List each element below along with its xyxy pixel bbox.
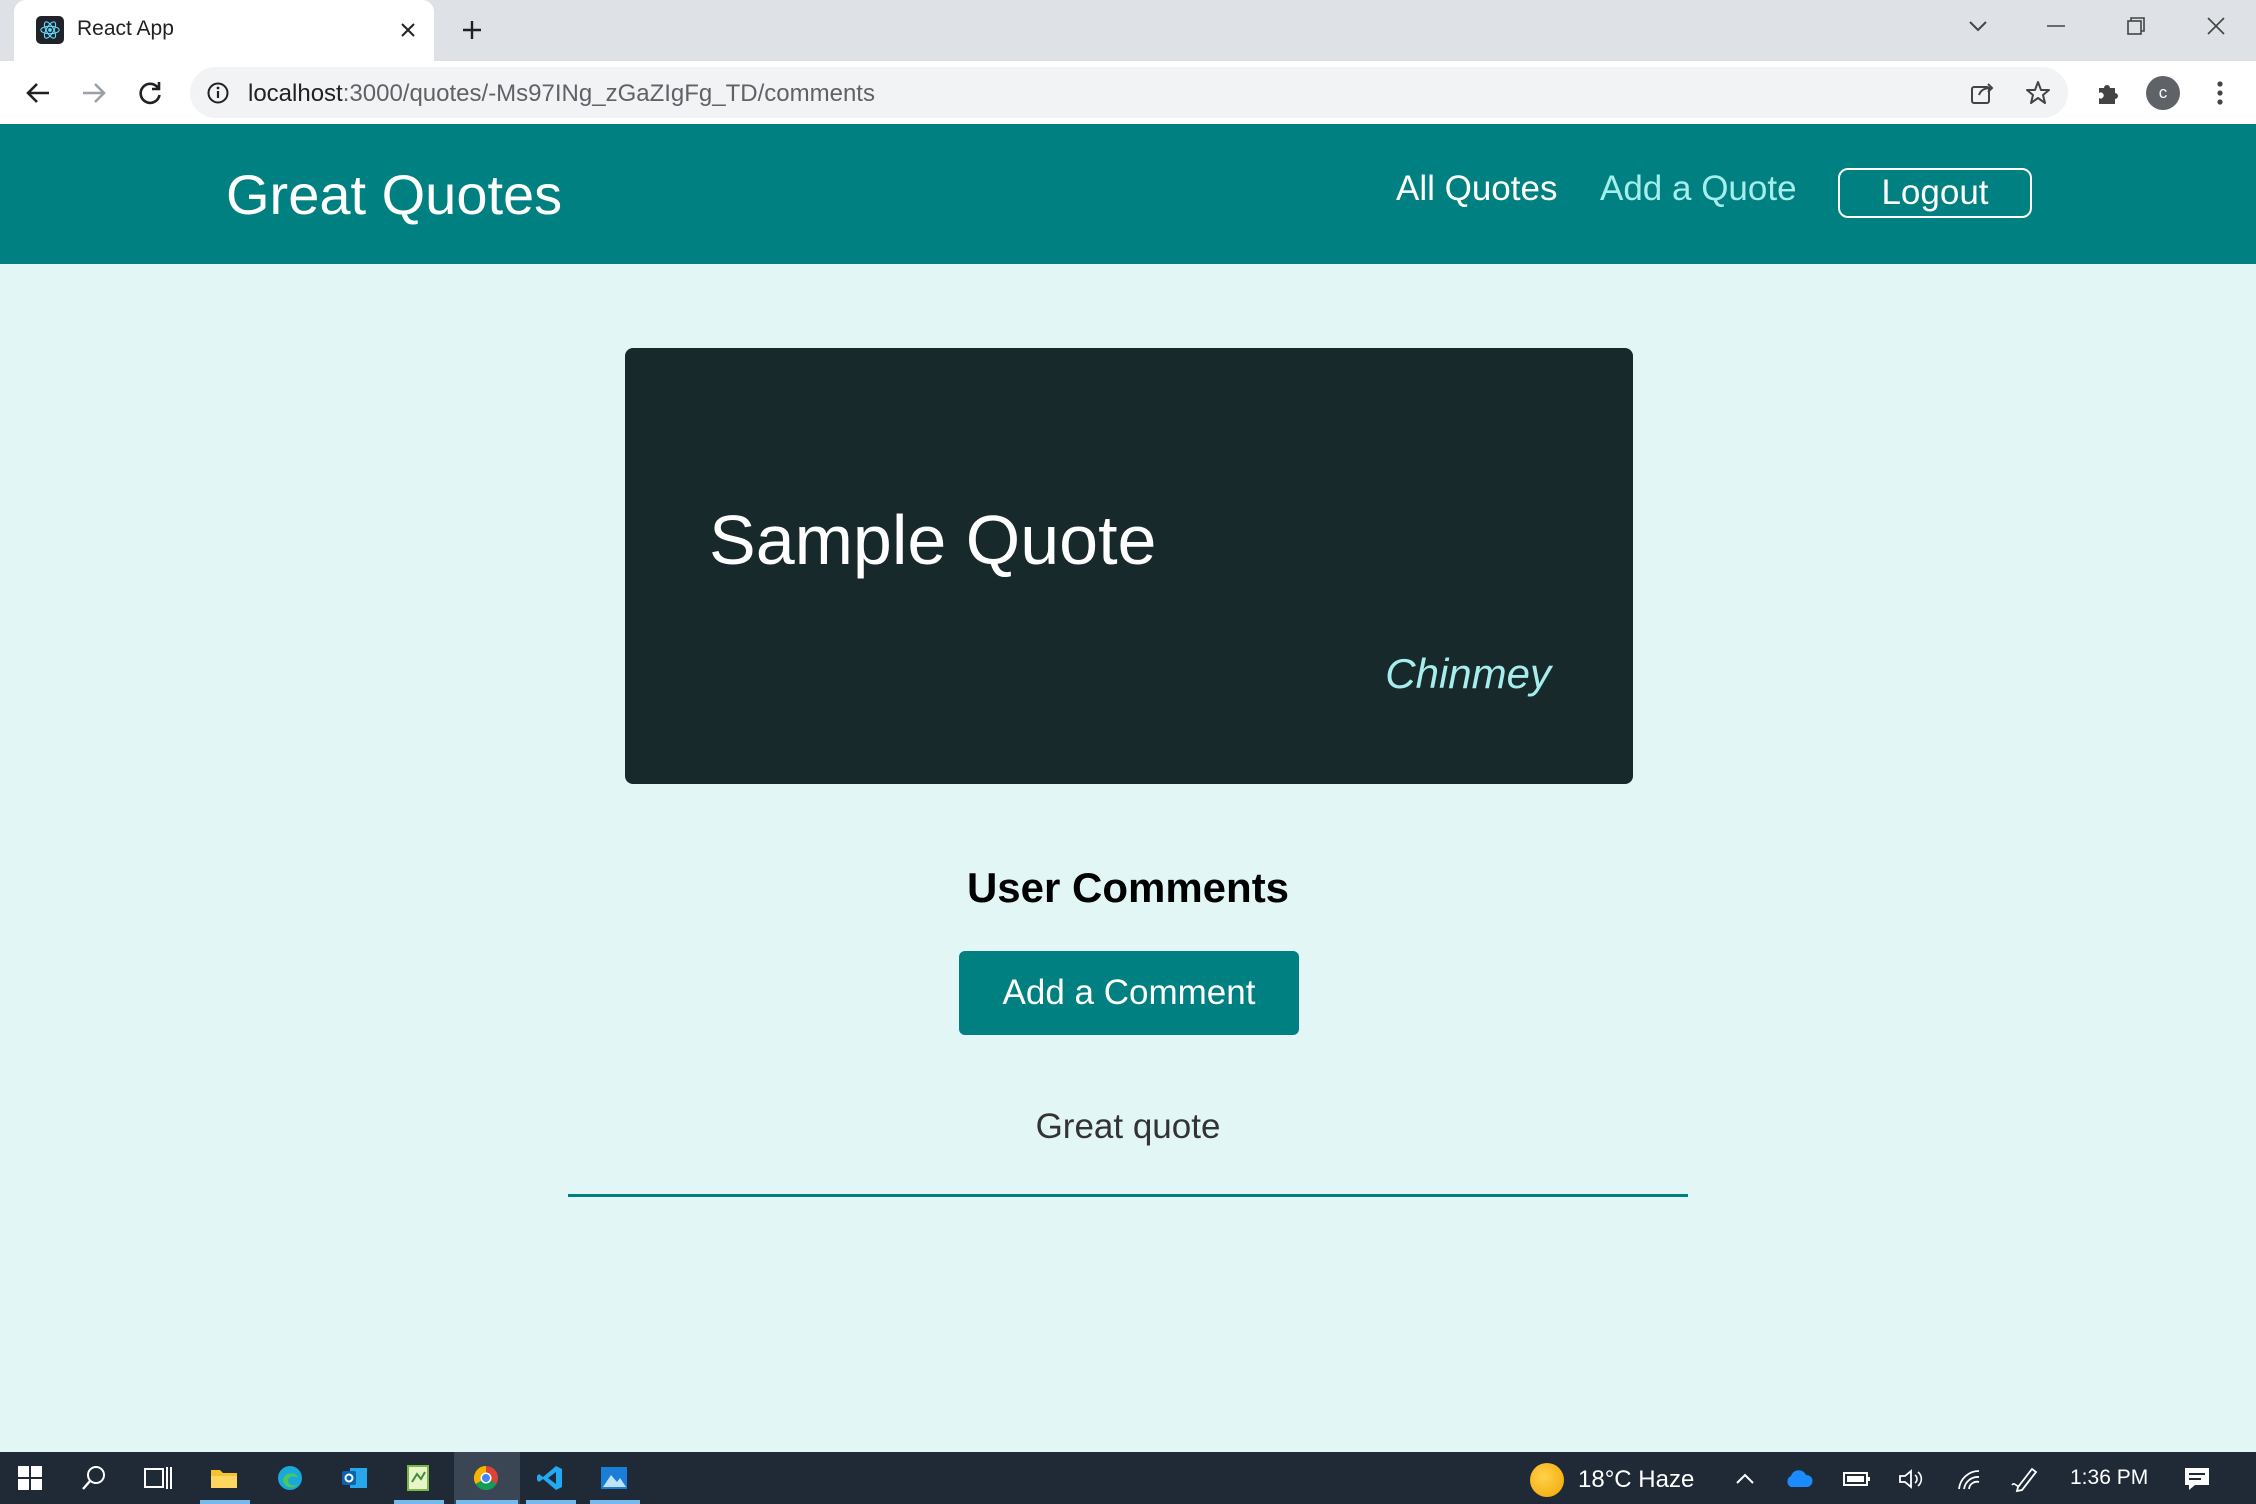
minimize-icon[interactable]: [2032, 6, 2080, 46]
weather-widget[interactable]: 18°C Haze: [1530, 1463, 1694, 1497]
browser-menu-icon[interactable]: [2202, 75, 2238, 111]
notifications-icon[interactable]: [2182, 1464, 2212, 1494]
forward-arrow-icon[interactable]: [74, 73, 114, 113]
url-host: localhost: [248, 80, 343, 107]
back-arrow-icon[interactable]: [18, 73, 58, 113]
chevron-up-icon[interactable]: [1730, 1464, 1760, 1494]
close-tab-icon[interactable]: [392, 14, 424, 46]
url-path: :3000/quotes/-Ms97INg_zGaZIgFg_TD/commen…: [342, 80, 875, 107]
vscode-icon[interactable]: [532, 1460, 568, 1496]
chrome-icon[interactable]: [468, 1460, 504, 1496]
windows-start-icon[interactable]: [12, 1460, 48, 1496]
app-logo[interactable]: Great Quotes: [226, 162, 562, 227]
share-icon[interactable]: [1966, 77, 1998, 109]
battery-icon[interactable]: [1842, 1464, 1872, 1494]
react-logo-icon: [36, 16, 64, 44]
nav-all-quotes-link[interactable]: All Quotes: [1396, 169, 1557, 209]
nav-add-quote-link[interactable]: Add a Quote: [1600, 169, 1797, 209]
address-bar[interactable]: localhost:3000/quotes/-Ms97INg_zGaZIgFg_…: [190, 67, 2068, 118]
restore-icon[interactable]: [2112, 6, 2160, 46]
browser-toolbar: localhost:3000/quotes/-Ms97INg_zGaZIgFg_…: [0, 61, 2256, 124]
browser-tab[interactable]: React App: [14, 0, 434, 61]
taskbar-open-indicator: [526, 1500, 576, 1504]
tab-search-chevron-icon[interactable]: [1954, 6, 2002, 46]
new-tab-icon[interactable]: [454, 12, 490, 48]
weather-sun-icon: [1530, 1463, 1564, 1497]
taskbar-clock[interactable]: 1:36 PM: [2070, 1466, 2148, 1490]
logout-button[interactable]: Logout: [1838, 168, 2032, 218]
url-text[interactable]: localhost:3000/quotes/-Ms97INg_zGaZIgFg_…: [248, 80, 875, 108]
reload-icon[interactable]: [130, 73, 170, 113]
browser-tabstrip: React App: [0, 0, 2256, 61]
task-view-icon[interactable]: [140, 1460, 176, 1496]
site-info-icon[interactable]: [204, 79, 232, 107]
volume-icon[interactable]: [1896, 1464, 1926, 1494]
edge-icon[interactable]: [272, 1460, 308, 1496]
quote-author: Chinmey: [1385, 650, 1551, 697]
taskbar-open-indicator: [200, 1500, 250, 1504]
add-comment-button[interactable]: Add a Comment: [959, 951, 1299, 1035]
taskbar-open-indicator: [456, 1500, 518, 1504]
app-header: Great Quotes All Quotes Add a Quote Logo…: [0, 124, 2256, 264]
taskbar-open-indicator: [590, 1500, 640, 1504]
file-explorer-icon[interactable]: [206, 1460, 242, 1496]
onedrive-cloud-icon[interactable]: [1784, 1464, 1814, 1494]
wifi-icon[interactable]: [1954, 1464, 1984, 1494]
outlook-icon[interactable]: [336, 1460, 372, 1496]
notepad-plus-icon[interactable]: [400, 1460, 436, 1496]
search-icon[interactable]: [76, 1460, 112, 1496]
comment-item: Great quote: [568, 1095, 1688, 1197]
quote-card: Sample Quote Chinmey: [625, 348, 1633, 784]
close-window-icon[interactable]: [2192, 6, 2240, 46]
profile-avatar[interactable]: c: [2146, 76, 2180, 110]
comments-heading: User Comments: [966, 864, 1290, 911]
extensions-puzzle-icon[interactable]: [2090, 75, 2126, 111]
weather-text: 18°C Haze: [1578, 1466, 1695, 1493]
bookmark-star-icon[interactable]: [2022, 77, 2054, 109]
quote-text: Sample Quote: [709, 501, 1157, 579]
photos-icon[interactable]: [596, 1460, 632, 1496]
tab-title: React App: [77, 17, 174, 40]
pen-input-icon[interactable]: [2010, 1464, 2040, 1494]
windows-taskbar: 18°C Haze 1:36 PM: [0, 1452, 2256, 1504]
taskbar-open-indicator: [394, 1500, 444, 1504]
